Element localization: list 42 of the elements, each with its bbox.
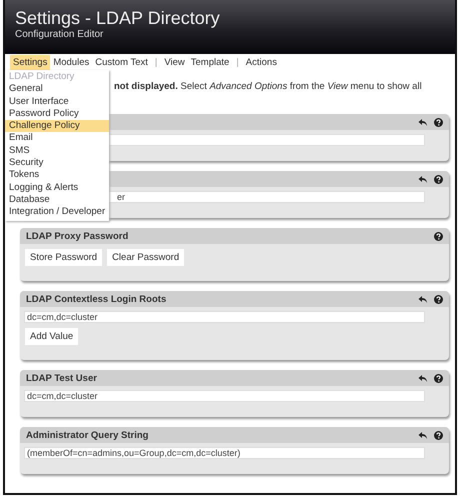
panel-title: LDAP Test User xyxy=(26,372,98,384)
dropdown-item[interactable]: General xyxy=(5,83,109,96)
action-button[interactable]: Clear Password xyxy=(107,249,184,266)
help-icon[interactable] xyxy=(434,430,443,440)
help-icon[interactable] xyxy=(434,118,443,126)
panel-title: LDAP Contextless Login Roots xyxy=(26,294,168,304)
page-title: Settings - LDAP Directory xyxy=(15,8,221,28)
menu-separator: | xyxy=(235,56,240,68)
help-icon[interactable] xyxy=(434,174,443,184)
menu-item[interactable]: Template xyxy=(188,54,232,70)
panel-title: Administrator Query String xyxy=(26,430,150,440)
dropdown-item[interactable]: Challenge Policy xyxy=(5,120,109,132)
input-field[interactable]: dc=cm,dc=cluster xyxy=(24,311,425,323)
dropdown-item[interactable]: Tokens xyxy=(5,169,109,182)
undo-icon[interactable] xyxy=(418,174,428,184)
page-subtitle: Configuration Editor xyxy=(15,29,104,40)
help-icon[interactable] xyxy=(434,374,443,382)
menu-item[interactable]: Modules xyxy=(50,54,92,70)
dropdown-item[interactable]: Password Policy xyxy=(5,108,109,120)
help-icon[interactable] xyxy=(434,232,443,240)
dropdown-item[interactable]: SMS xyxy=(5,144,109,158)
undo-icon[interactable] xyxy=(418,118,428,126)
undo-icon[interactable] xyxy=(418,294,428,304)
dropdown-item[interactable]: Security xyxy=(5,157,109,170)
menu-item[interactable]: Actions xyxy=(242,54,280,70)
notice-text: not displayed. Select Advanced Options from the View menu to show all xyxy=(114,80,423,94)
panel-title: LDAP Proxy Password xyxy=(26,230,130,242)
input-field[interactable]: (memberOf=cn=admins,ou=Group,dc=cm,dc=cluster) xyxy=(24,447,425,459)
dropdown-item[interactable]: Integration / Developer xyxy=(5,206,109,219)
input-field[interactable]: dc=cm,dc=cluster xyxy=(24,390,425,402)
action-button[interactable]: Store Password xyxy=(25,249,102,266)
dropdown-item[interactable]: Email xyxy=(5,132,109,145)
help-icon[interactable] xyxy=(434,294,443,304)
undo-icon[interactable] xyxy=(418,374,428,382)
menu-item[interactable]: View xyxy=(161,54,188,70)
menu-item[interactable]: Settings xyxy=(10,54,50,70)
menu-item[interactable]: Custom Text xyxy=(92,54,151,70)
action-button[interactable]: Add Value xyxy=(25,328,78,345)
dropdown-item[interactable]: User Interface xyxy=(5,96,109,108)
menu-separator: | xyxy=(154,56,158,68)
dropdown-item[interactable]: Logging & Alerts xyxy=(5,182,109,194)
undo-icon[interactable] xyxy=(418,430,428,440)
